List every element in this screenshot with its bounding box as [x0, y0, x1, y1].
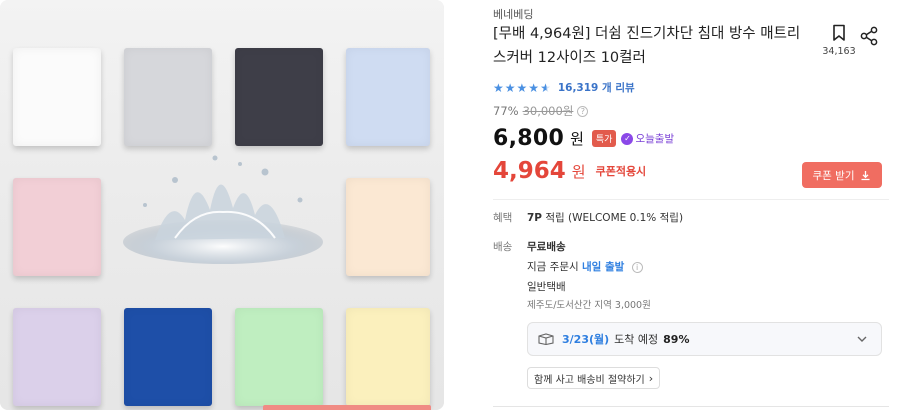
price-row: 6,800 원 특가 ✓ 오늘출발	[493, 126, 674, 151]
order-now-text: 지금 주문시	[527, 261, 579, 273]
swatch-blue	[124, 308, 212, 406]
sale-price: 6,800	[493, 126, 565, 151]
benefit-value: 7P 적립 (WELCOME 0.1% 적립)	[527, 210, 683, 225]
share-button[interactable]	[859, 26, 879, 50]
carrier-text: 일반택배	[527, 281, 566, 293]
review-count-link[interactable]: 16,319 개 리뷰	[558, 80, 635, 95]
swatch-cream	[346, 178, 430, 276]
original-price: 30,000원	[522, 104, 574, 118]
bookmark-count: 34,163	[822, 46, 856, 57]
sale-price-unit: 원	[570, 130, 584, 148]
delivery-expected: 도착 예정	[614, 333, 659, 346]
order-now-line: 지금 주문시 내일 출발 i	[527, 259, 643, 274]
today-shipping-badge: ✓ 오늘출발	[621, 131, 674, 146]
delivery-date: 3/23(월)	[562, 333, 610, 346]
brand-link[interactable]: 베네베딩	[493, 6, 533, 22]
product-title: [무배 4,964원] 더쉼 진드기차단 침대 방수 매트리스커버 12사이즈 …	[493, 26, 801, 66]
coupon-price: 4,964	[493, 158, 566, 184]
get-coupon-label: 쿠폰 받기	[812, 169, 855, 182]
bundle-shipping-label: 함께 사고 배송비 절약하기	[534, 374, 645, 386]
star-icon: ★	[504, 80, 516, 95]
star-icon: ★	[528, 80, 540, 95]
shipping-label: 배송	[493, 241, 513, 253]
discount-row: 77% 30,000원 ?	[493, 103, 589, 119]
bottom-divider	[493, 406, 889, 407]
swatch-mint	[235, 308, 323, 406]
swatch-yellow	[346, 308, 430, 406]
section-divider	[493, 199, 889, 200]
today-shipping-icon: ✓	[621, 132, 634, 145]
swatch-white	[13, 48, 101, 146]
water-splash-graphic	[123, 155, 323, 264]
swatch-grey	[124, 48, 212, 146]
benefit-points: 7P	[527, 212, 543, 224]
swatch-charcoal	[235, 48, 323, 146]
half-star-icon: ★	[540, 80, 551, 95]
delivery-estimate-dropdown[interactable]: 3/23(월) 도착 예정 89%	[527, 322, 882, 356]
island-shipping-text: 제주도/도서산간 지역 3,000원	[527, 300, 651, 311]
next-day-text: 내일 출발	[581, 261, 625, 273]
coupon-price-unit: 원	[571, 162, 586, 181]
download-icon	[861, 170, 870, 180]
bookmark-icon	[833, 24, 845, 41]
bookmark-button[interactable]: 34,163	[819, 24, 859, 57]
chevron-right-icon: ›	[648, 371, 654, 385]
rating-row: ★ ★ ★ ★ ★ 16,319 개 리뷰	[493, 80, 635, 95]
shipping-info-icon[interactable]: i	[631, 262, 643, 273]
swatch-lavender	[13, 308, 101, 406]
swatch-pink	[13, 178, 101, 276]
delivery-percent: 89%	[663, 332, 690, 346]
benefit-label: 혜택	[493, 212, 513, 224]
delivery-box-icon	[538, 333, 554, 345]
chevron-down-icon	[857, 336, 867, 342]
product-info-panel: 베네베딩 [무배 4,964원] 더쉼 진드기차단 침대 방수 매트리스커버 1…	[493, 0, 893, 410]
product-image[interactable]	[0, 0, 444, 410]
swatch-sky	[346, 48, 430, 146]
coupon-applied-label: 쿠폰적용시	[595, 165, 647, 178]
today-shipping-label: 오늘출발	[635, 133, 675, 145]
benefit-text: 적립 (WELCOME 0.1% 적립)	[545, 212, 684, 224]
bundle-shipping-button[interactable]: 함께 사고 배송비 절약하기 ›	[527, 367, 661, 389]
rating-stars: ★ ★ ★ ★ ★	[493, 82, 552, 94]
share-icon	[860, 26, 878, 46]
image-bottom-strip	[263, 405, 431, 410]
discount-percent: 77%	[493, 104, 519, 118]
price-info-icon[interactable]: ?	[577, 105, 589, 117]
get-coupon-button[interactable]: 쿠폰 받기	[802, 162, 882, 188]
coupon-price-row: 4,964 원 쿠폰적용시	[493, 158, 646, 184]
star-icon: ★	[493, 80, 504, 95]
star-icon: ★	[516, 80, 528, 95]
special-badge: 특가	[591, 130, 617, 147]
free-shipping: 무료배송	[527, 241, 566, 253]
